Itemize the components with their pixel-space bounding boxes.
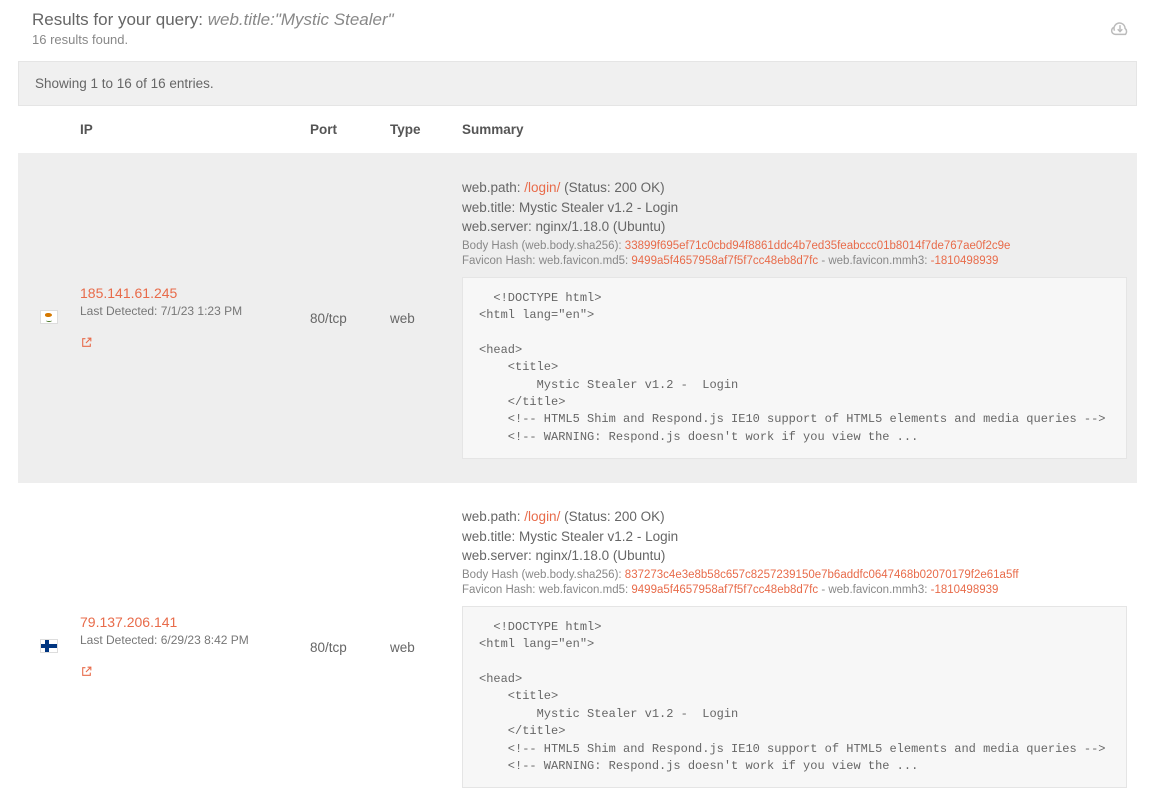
body-hash-link[interactable]: 33899f695ef71c0cbd94f8861ddc4b7ed35feabc…	[625, 240, 1011, 252]
column-header-port[interactable]: Port	[296, 106, 376, 154]
port-value: 80/tcp	[296, 483, 376, 812]
favicon-md5-link[interactable]: 9499a5f4657958af7f5f7cc48eb8d7fc	[631, 584, 818, 596]
last-detected: Last Detected: 6/29/23 8:42 PM	[80, 633, 286, 647]
body-hash: Body Hash (web.body.sha256): 33899f695ef…	[462, 240, 1127, 252]
table-row: 185.141.61.245 Last Detected: 7/1/23 1:2…	[18, 154, 1137, 484]
favicon-mmh3-link[interactable]: -1810498939	[931, 584, 999, 596]
favicon-hash: Favicon Hash: web.favicon.md5: 9499a5f46…	[462, 255, 1127, 267]
body-hash: Body Hash (web.body.sha256): 837273c4e3e…	[462, 569, 1127, 581]
showing-entries: Showing 1 to 16 of 16 entries.	[18, 61, 1137, 106]
results-count: 16 results found.	[32, 32, 394, 47]
ip-link[interactable]: 79.137.206.141	[80, 614, 177, 630]
results-title: Results for your query: web.title:"Mysti…	[32, 10, 394, 30]
ip-link[interactable]: 185.141.61.245	[80, 285, 177, 301]
summary-path: web.path: /login/ (Status: 200 OK)	[462, 507, 1127, 527]
summary-title: web.title: Mystic Stealer v1.2 - Login	[462, 198, 1127, 218]
column-header-type[interactable]: Type	[376, 106, 448, 154]
column-header-summary[interactable]: Summary	[448, 106, 1137, 154]
favicon-md5-link[interactable]: 9499a5f4657958af7f5f7cc48eb8d7fc	[631, 255, 818, 267]
column-header-ip[interactable]: IP	[66, 106, 296, 154]
body-hash-link[interactable]: 837273c4e3e8b58c657c8257239150e7b6addfc0…	[625, 569, 1019, 581]
query-value: web.title:"Mystic Stealer"	[208, 10, 394, 29]
path-link[interactable]: /login/	[524, 509, 560, 524]
type-value: web	[376, 483, 448, 812]
column-header-flag	[18, 106, 66, 154]
summary-title: web.title: Mystic Stealer v1.2 - Login	[462, 527, 1127, 547]
code-preview: <!DOCTYPE html> <html lang="en"> <head> …	[462, 277, 1127, 460]
country-flag-icon	[41, 640, 57, 652]
last-detected: Last Detected: 7/1/23 1:23 PM	[80, 304, 286, 318]
results-title-prefix: Results for your query:	[32, 10, 208, 29]
summary-server: web.server: nginx/1.18.0 (Ubuntu)	[462, 217, 1127, 237]
table-row: 79.137.206.141 Last Detected: 6/29/23 8:…	[18, 483, 1137, 812]
port-value: 80/tcp	[296, 154, 376, 484]
type-value: web	[376, 154, 448, 484]
path-link[interactable]: /login/	[524, 180, 560, 195]
external-link-icon[interactable]	[80, 336, 93, 352]
download-icon[interactable]	[1109, 16, 1131, 41]
favicon-hash: Favicon Hash: web.favicon.md5: 9499a5f46…	[462, 584, 1127, 596]
favicon-mmh3-link[interactable]: -1810498939	[931, 255, 999, 267]
summary-server: web.server: nginx/1.18.0 (Ubuntu)	[462, 546, 1127, 566]
results-table: IP Port Type Summary 185.141.61.245 Last…	[18, 106, 1137, 812]
code-preview: <!DOCTYPE html> <html lang="en"> <head> …	[462, 606, 1127, 789]
summary-path: web.path: /login/ (Status: 200 OK)	[462, 178, 1127, 198]
country-flag-icon	[41, 311, 57, 323]
external-link-icon[interactable]	[80, 665, 93, 681]
